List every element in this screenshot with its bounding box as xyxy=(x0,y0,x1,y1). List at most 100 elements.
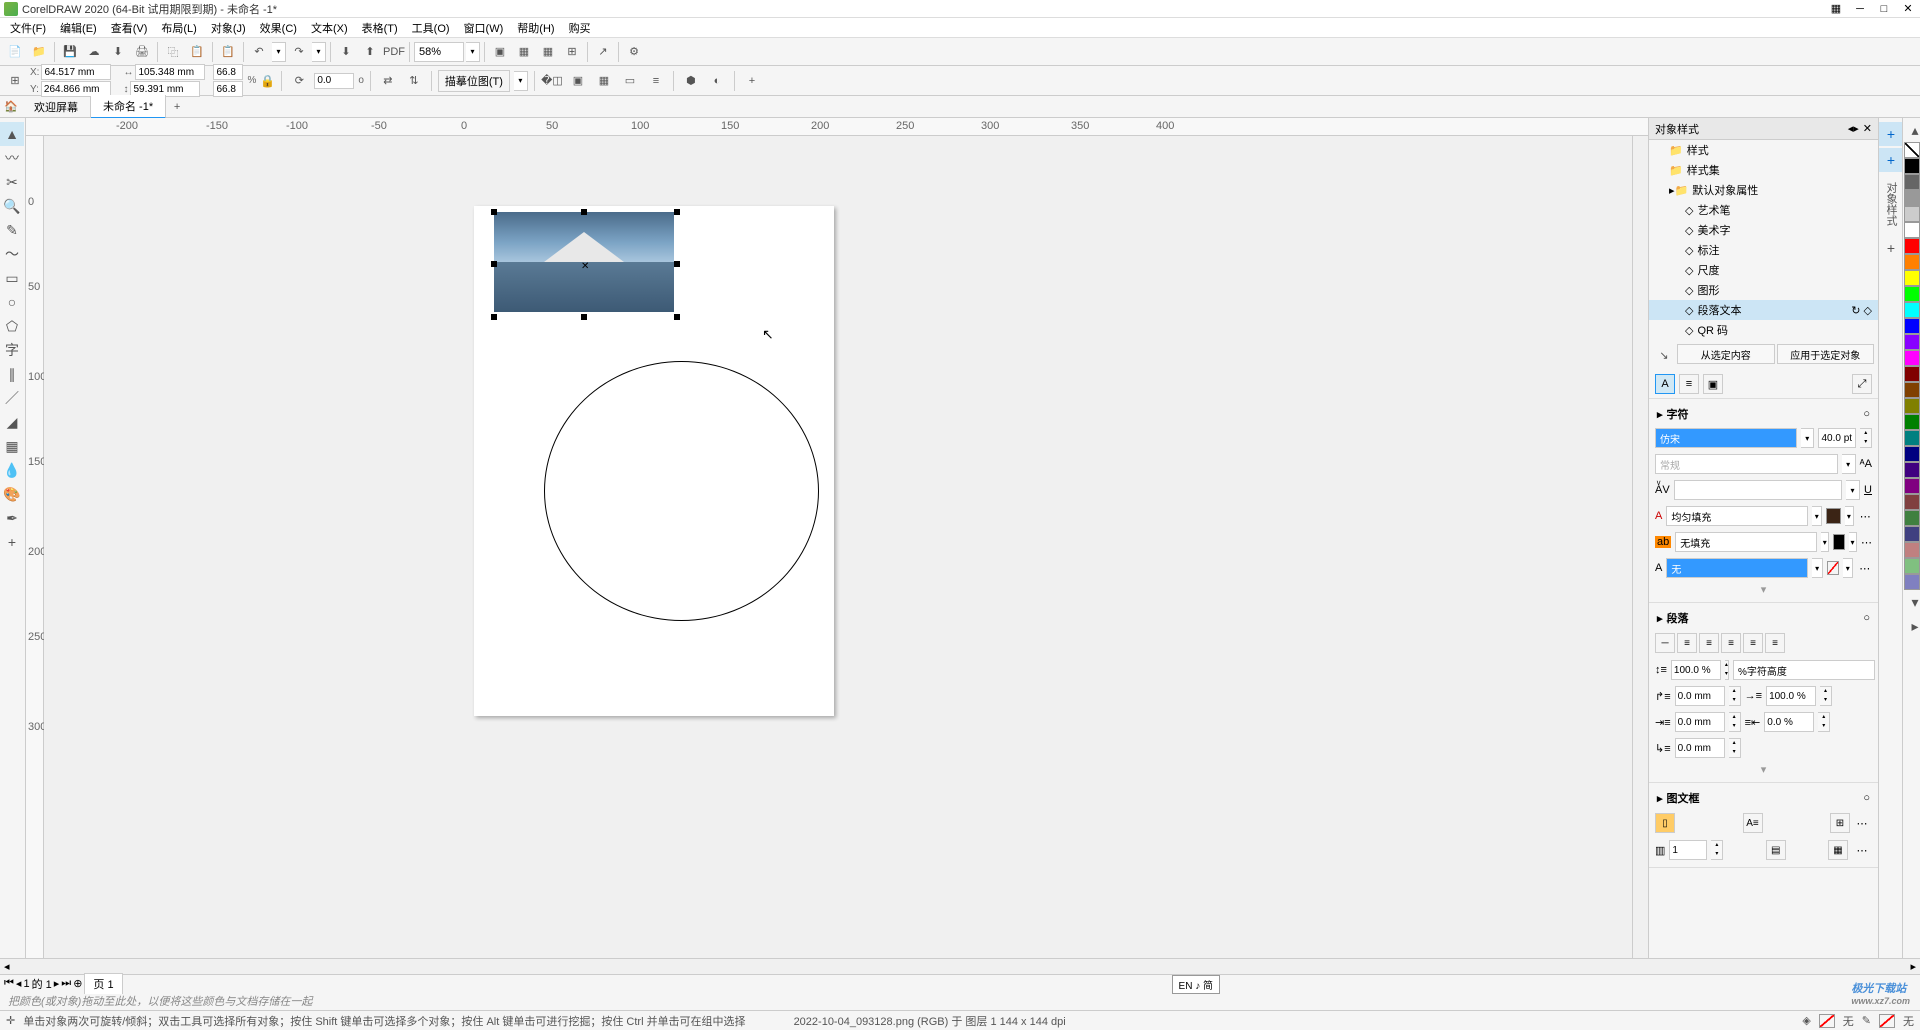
menu-buy[interactable]: 购买 xyxy=(563,18,597,38)
left-input[interactable] xyxy=(1675,712,1725,732)
wrap-button[interactable]: ▭ xyxy=(619,70,641,92)
handle-e[interactable] xyxy=(674,261,680,267)
circle-shape[interactable] xyxy=(544,361,819,621)
align-right[interactable]: ≡ xyxy=(1721,633,1741,653)
color-swatch[interactable] xyxy=(1904,206,1920,222)
horizontal-scrollbar[interactable]: ◂▸ xyxy=(0,958,1920,974)
page-next-icon[interactable]: ▸ xyxy=(54,977,60,990)
page-first-icon[interactable]: ⏮ xyxy=(4,977,14,990)
undo-button[interactable]: ↶ xyxy=(248,41,270,63)
line-height-input[interactable] xyxy=(1671,660,1721,680)
menu-edit[interactable]: 编辑(E) xyxy=(54,18,103,38)
scale-x-input[interactable] xyxy=(213,64,243,80)
add-tool[interactable]: + xyxy=(0,530,24,554)
right-input[interactable] xyxy=(1764,712,1814,732)
bg-more-icon[interactable]: ⋯ xyxy=(1861,532,1872,552)
color-swatch[interactable] xyxy=(1904,222,1920,238)
handle-n[interactable] xyxy=(581,209,587,215)
redo-button[interactable]: ↷ xyxy=(288,41,310,63)
crop-button[interactable]: �◫ xyxy=(541,70,563,92)
layout-icon[interactable]: ▦ xyxy=(1828,1,1844,17)
font-dropdown[interactable]: ▾ xyxy=(1801,428,1814,448)
underline-icon[interactable]: U xyxy=(1864,484,1872,496)
color-swatch[interactable] xyxy=(1904,558,1920,574)
edit-bitmap-button[interactable]: ▣ xyxy=(567,70,589,92)
options-button[interactable]: ⚙ xyxy=(623,41,645,63)
lock-ratio-icon[interactable]: 🔒 xyxy=(260,74,275,88)
freehand-tool[interactable]: ✎ xyxy=(0,218,24,242)
mirror-h-button[interactable]: ⇄ xyxy=(377,70,399,92)
print-button[interactable]: 🖨 xyxy=(131,41,153,63)
menu-window[interactable]: 窗口(W) xyxy=(458,18,510,38)
copy-button[interactable]: ⿻ xyxy=(162,41,184,63)
close-button[interactable]: ✕ xyxy=(1900,1,1916,17)
no-color-swatch[interactable] xyxy=(1904,142,1920,158)
align-justify[interactable]: ≡ xyxy=(1743,633,1763,653)
eyedropper-tool[interactable]: 💧 xyxy=(0,458,24,482)
page-tab-1[interactable]: 页 1 xyxy=(84,973,122,994)
tree-styles[interactable]: 📁样式 xyxy=(1649,140,1878,160)
menu-view[interactable]: 查看(V) xyxy=(105,18,154,38)
add-style-icon[interactable]: + xyxy=(1879,122,1903,146)
rulers-button[interactable]: ▦ xyxy=(513,41,535,63)
redo-dropdown[interactable]: ▾ xyxy=(312,42,326,62)
x-input[interactable] xyxy=(41,64,111,80)
color-swatch[interactable] xyxy=(1904,302,1920,318)
align-none[interactable]: ─ xyxy=(1655,633,1675,653)
color-swatch[interactable] xyxy=(1904,478,1920,494)
order-button[interactable]: ⬢ xyxy=(680,70,702,92)
outline-tool[interactable]: ✒ xyxy=(0,506,24,530)
color-swatch[interactable] xyxy=(1904,542,1920,558)
color-swatch[interactable] xyxy=(1904,398,1920,414)
handle-sw[interactable] xyxy=(491,314,497,320)
outline-more-icon[interactable]: ⋯ xyxy=(1857,558,1872,578)
frame-valign-icon[interactable]: A≡ xyxy=(1743,813,1763,833)
color-swatch[interactable] xyxy=(1904,446,1920,462)
tree-artistictext[interactable]: ◇美术字 xyxy=(1649,220,1878,240)
trace-dropdown[interactable]: ▾ xyxy=(514,71,528,91)
fill-status-icon[interactable]: ◈ xyxy=(1802,1014,1810,1027)
tree-dimension[interactable]: ◇尺度 xyxy=(1649,260,1878,280)
menu-tools[interactable]: 工具(O) xyxy=(406,18,456,38)
clipboard-button[interactable]: 📋 xyxy=(217,41,239,63)
color-swatch[interactable] xyxy=(1904,270,1920,286)
collapse-char-icon[interactable]: ▾ xyxy=(1649,581,1878,598)
tree-graphic[interactable]: ◇图形 xyxy=(1649,280,1878,300)
tab-document[interactable]: 未命名 -1* xyxy=(91,95,166,119)
handle-s[interactable] xyxy=(581,314,587,320)
rotate-icon[interactable]: ⟳ xyxy=(288,70,310,92)
color-swatch[interactable] xyxy=(1904,158,1920,174)
apply-selection-button[interactable]: 应用于选定对象 xyxy=(1777,344,1875,364)
color-swatch[interactable] xyxy=(1904,430,1920,446)
transparency-button[interactable]: ◐ xyxy=(706,70,728,92)
color-swatch[interactable] xyxy=(1904,382,1920,398)
frame-more2-icon[interactable]: ⋯ xyxy=(1852,840,1872,860)
tree-paragraph-text[interactable]: ◇段落文本↻ ◇ xyxy=(1649,300,1878,320)
canvas[interactable]: ✕ ↖ xyxy=(44,136,1632,988)
tab-paragraph[interactable]: ≡ xyxy=(1679,374,1699,394)
bg-fill-input[interactable] xyxy=(1675,532,1817,552)
tab-welcome[interactable]: 欢迎屏幕 xyxy=(22,96,91,118)
palette-down-icon[interactable]: ▾ xyxy=(1903,590,1920,614)
from-selection-button[interactable]: 从选定内容 xyxy=(1677,344,1775,364)
fill-tool[interactable]: 🎨 xyxy=(0,482,24,506)
parallel-tool[interactable]: ∥ xyxy=(0,362,24,386)
align-center[interactable]: ≡ xyxy=(1699,633,1719,653)
transparency-tool[interactable]: ▦ xyxy=(0,434,24,458)
trace-bitmap-button[interactable]: 描摹位图(T) xyxy=(438,70,510,92)
launch-button[interactable]: ↗ xyxy=(592,41,614,63)
rotation-input[interactable] xyxy=(314,73,354,89)
frame-grid-icon[interactable]: ⊞ xyxy=(1830,813,1850,833)
columns-input[interactable] xyxy=(1669,840,1707,860)
collapse-para-icon[interactable]: ▾ xyxy=(1649,761,1878,778)
resample-button[interactable]: ▦ xyxy=(593,70,615,92)
color-swatch[interactable] xyxy=(1904,510,1920,526)
text-tool[interactable]: 字 xyxy=(0,338,24,362)
frame-col-icon[interactable]: ▯ xyxy=(1655,813,1675,833)
small-caps-icon[interactable]: ᴬA xyxy=(1860,458,1872,470)
outline-none-swatch[interactable] xyxy=(1879,1014,1895,1028)
menu-layout[interactable]: 布局(L) xyxy=(155,18,202,38)
ime-indicator[interactable]: EN ♪ 简 xyxy=(1172,975,1220,994)
open-button[interactable]: 📁 xyxy=(28,41,50,63)
menu-table[interactable]: 表格(T) xyxy=(356,18,404,38)
